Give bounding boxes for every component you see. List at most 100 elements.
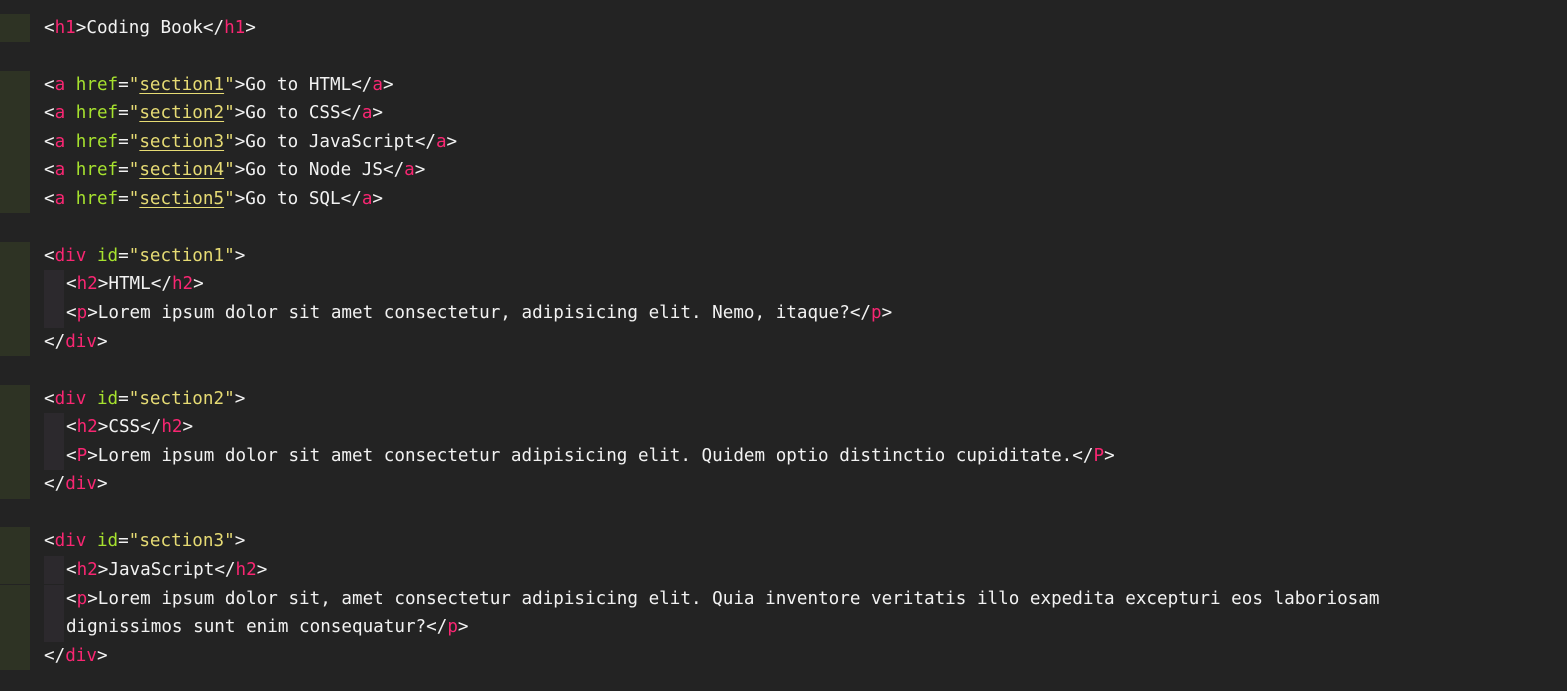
code-text: Go to Node JS	[245, 160, 383, 181]
code-punctuation	[86, 389, 97, 409]
code-punctuation: >	[96, 645, 108, 666]
code-punctuation: <	[66, 588, 77, 609]
code-tag-name: h2	[235, 559, 257, 580]
code-tag-name: a	[54, 160, 66, 181]
git-change-marker	[0, 70, 30, 100]
code-line[interactable]: <h2>CSS</h2>	[0, 413, 1567, 442]
indent-guide	[44, 413, 64, 442]
code-string: "	[224, 160, 235, 181]
code-punctuation: <	[44, 245, 55, 266]
code-punctuation: <	[66, 303, 77, 323]
code-text: Go to CSS	[245, 103, 341, 124]
code-punctuation: >	[97, 274, 109, 295]
code-line[interactable]	[0, 42, 1567, 71]
code-line[interactable]	[0, 213, 1567, 242]
code-punctuation: >	[1104, 445, 1115, 466]
code-punctuation: >	[234, 160, 246, 181]
code-tag-name: p	[76, 588, 88, 609]
code-string: "	[128, 131, 140, 152]
code-string-link: section5	[139, 188, 225, 209]
indent-guide	[44, 555, 64, 585]
code-line-content: < p> Lorem ipsum dolor sit amet consectetu…	[66, 299, 892, 328]
git-change-marker	[0, 555, 30, 585]
code-punctuation: >	[234, 103, 246, 124]
code-punctuation: >	[75, 17, 87, 38]
code-string-link: section4	[139, 160, 225, 181]
code-line[interactable]: <div id="section1">	[0, 241, 1567, 271]
git-change-marker	[0, 527, 30, 556]
code-tag-name: div	[65, 331, 97, 352]
code-attribute-name: id	[96, 245, 119, 266]
code-line[interactable]: dignissimos sunt enim consequatur?</p>	[0, 613, 1567, 642]
code-punctuation: >	[96, 474, 108, 495]
code-punctuation: >	[383, 74, 394, 95]
code-line[interactable]: <div id="section2">	[0, 384, 1567, 414]
code-line[interactable]: <h2>HTML</h2>	[0, 270, 1567, 299]
code-line-content: </div>	[44, 328, 108, 357]
code-line-content: <h2>CSS</h2>	[66, 413, 193, 442]
code-punctuation: =	[118, 388, 129, 409]
code-tag-name: h1	[54, 17, 76, 38]
code-tag-name: a	[54, 188, 66, 209]
code-punctuation	[86, 531, 97, 551]
code-line[interactable]	[0, 356, 1567, 385]
code-punctuation: </	[414, 131, 436, 152]
code-punctuation: >	[97, 417, 109, 438]
code-punctuation	[65, 75, 76, 95]
code-line-content: </div>	[44, 470, 108, 499]
code-line[interactable]: <a href="section2">Go to CSS</a>	[0, 99, 1567, 128]
code-string: "section3"	[128, 531, 235, 552]
code-line[interactable]: <a href="section1">Go to HTML</a>	[0, 70, 1567, 100]
code-line[interactable]: <div id="section3">	[0, 527, 1567, 556]
code-punctuation: <	[44, 188, 55, 209]
indent-guide	[44, 299, 64, 328]
code-text: Lorem ipsum dolor sit amet consectetur, …	[97, 303, 850, 323]
code-punctuation: =	[118, 245, 129, 266]
code-punctuation: >	[881, 303, 893, 323]
code-punctuation: <	[44, 74, 55, 95]
code-line[interactable]: </div>	[0, 641, 1567, 671]
code-text: Lorem ipsum dolor sit amet consectetur a…	[97, 445, 1073, 466]
code-string: "	[128, 160, 140, 181]
code-line-content: <h2>HTML</h2>	[66, 270, 204, 299]
code-text: HTML	[108, 274, 151, 295]
code-punctuation	[65, 132, 76, 152]
code-line[interactable]: </div>	[0, 327, 1567, 357]
code-text: JavaScript	[108, 559, 215, 580]
code-tag-name: h2	[171, 274, 194, 295]
code-line-content: <a href="section1">Go to HTML</a>	[44, 71, 394, 100]
code-editor[interactable]: <h1>Coding Book</h1> <a href="section1">G…	[0, 0, 1567, 691]
code-tag-name: h1	[224, 17, 246, 38]
code-punctuation: <	[44, 17, 55, 38]
code-tag-name: a	[404, 160, 415, 181]
code-punctuation: >	[234, 245, 246, 266]
code-tag-name: p	[871, 303, 882, 323]
code-punctuation: >	[234, 131, 246, 152]
code-punctuation: </	[202, 17, 225, 38]
code-punctuation: </	[382, 160, 405, 181]
code-punctuation: </	[351, 74, 373, 95]
code-line[interactable]: <a href="section3">Go to JavaScript</a>	[0, 127, 1567, 157]
code-line[interactable]: <h1>Coding Book</h1>	[0, 13, 1567, 42]
code-tag-name: P	[1093, 445, 1105, 466]
code-punctuation: <	[44, 388, 55, 409]
code-attribute-name: href	[75, 188, 119, 209]
code-string: "	[224, 131, 235, 152]
code-tag-name: a	[54, 74, 66, 95]
code-line[interactable]: </div>	[0, 470, 1567, 499]
code-line[interactable]: <P>Lorem ipsum dolor sit amet consectetu…	[0, 441, 1567, 471]
code-line[interactable]: <a href="section4">Go to Node JS</a>	[0, 156, 1567, 185]
code-line[interactable]: < p> Lorem ipsum dolor sit amet consectetu…	[0, 299, 1567, 328]
code-line[interactable]: <a href="section5">Go to SQL</a>	[0, 184, 1567, 214]
code-punctuation: >	[372, 188, 383, 209]
git-change-marker	[0, 299, 30, 328]
code-line[interactable]: <p>Lorem ipsum dolor sit, amet consectet…	[0, 584, 1567, 613]
code-line[interactable]	[0, 499, 1567, 528]
code-string: "section1"	[128, 245, 235, 266]
code-attribute-name: href	[75, 74, 119, 95]
code-line[interactable]: <h2>JavaScript</h2>	[0, 555, 1567, 585]
code-punctuation: <	[66, 417, 77, 438]
code-punctuation: </	[426, 617, 448, 638]
code-punctuation	[65, 160, 76, 180]
code-punctuation: >	[245, 17, 256, 38]
